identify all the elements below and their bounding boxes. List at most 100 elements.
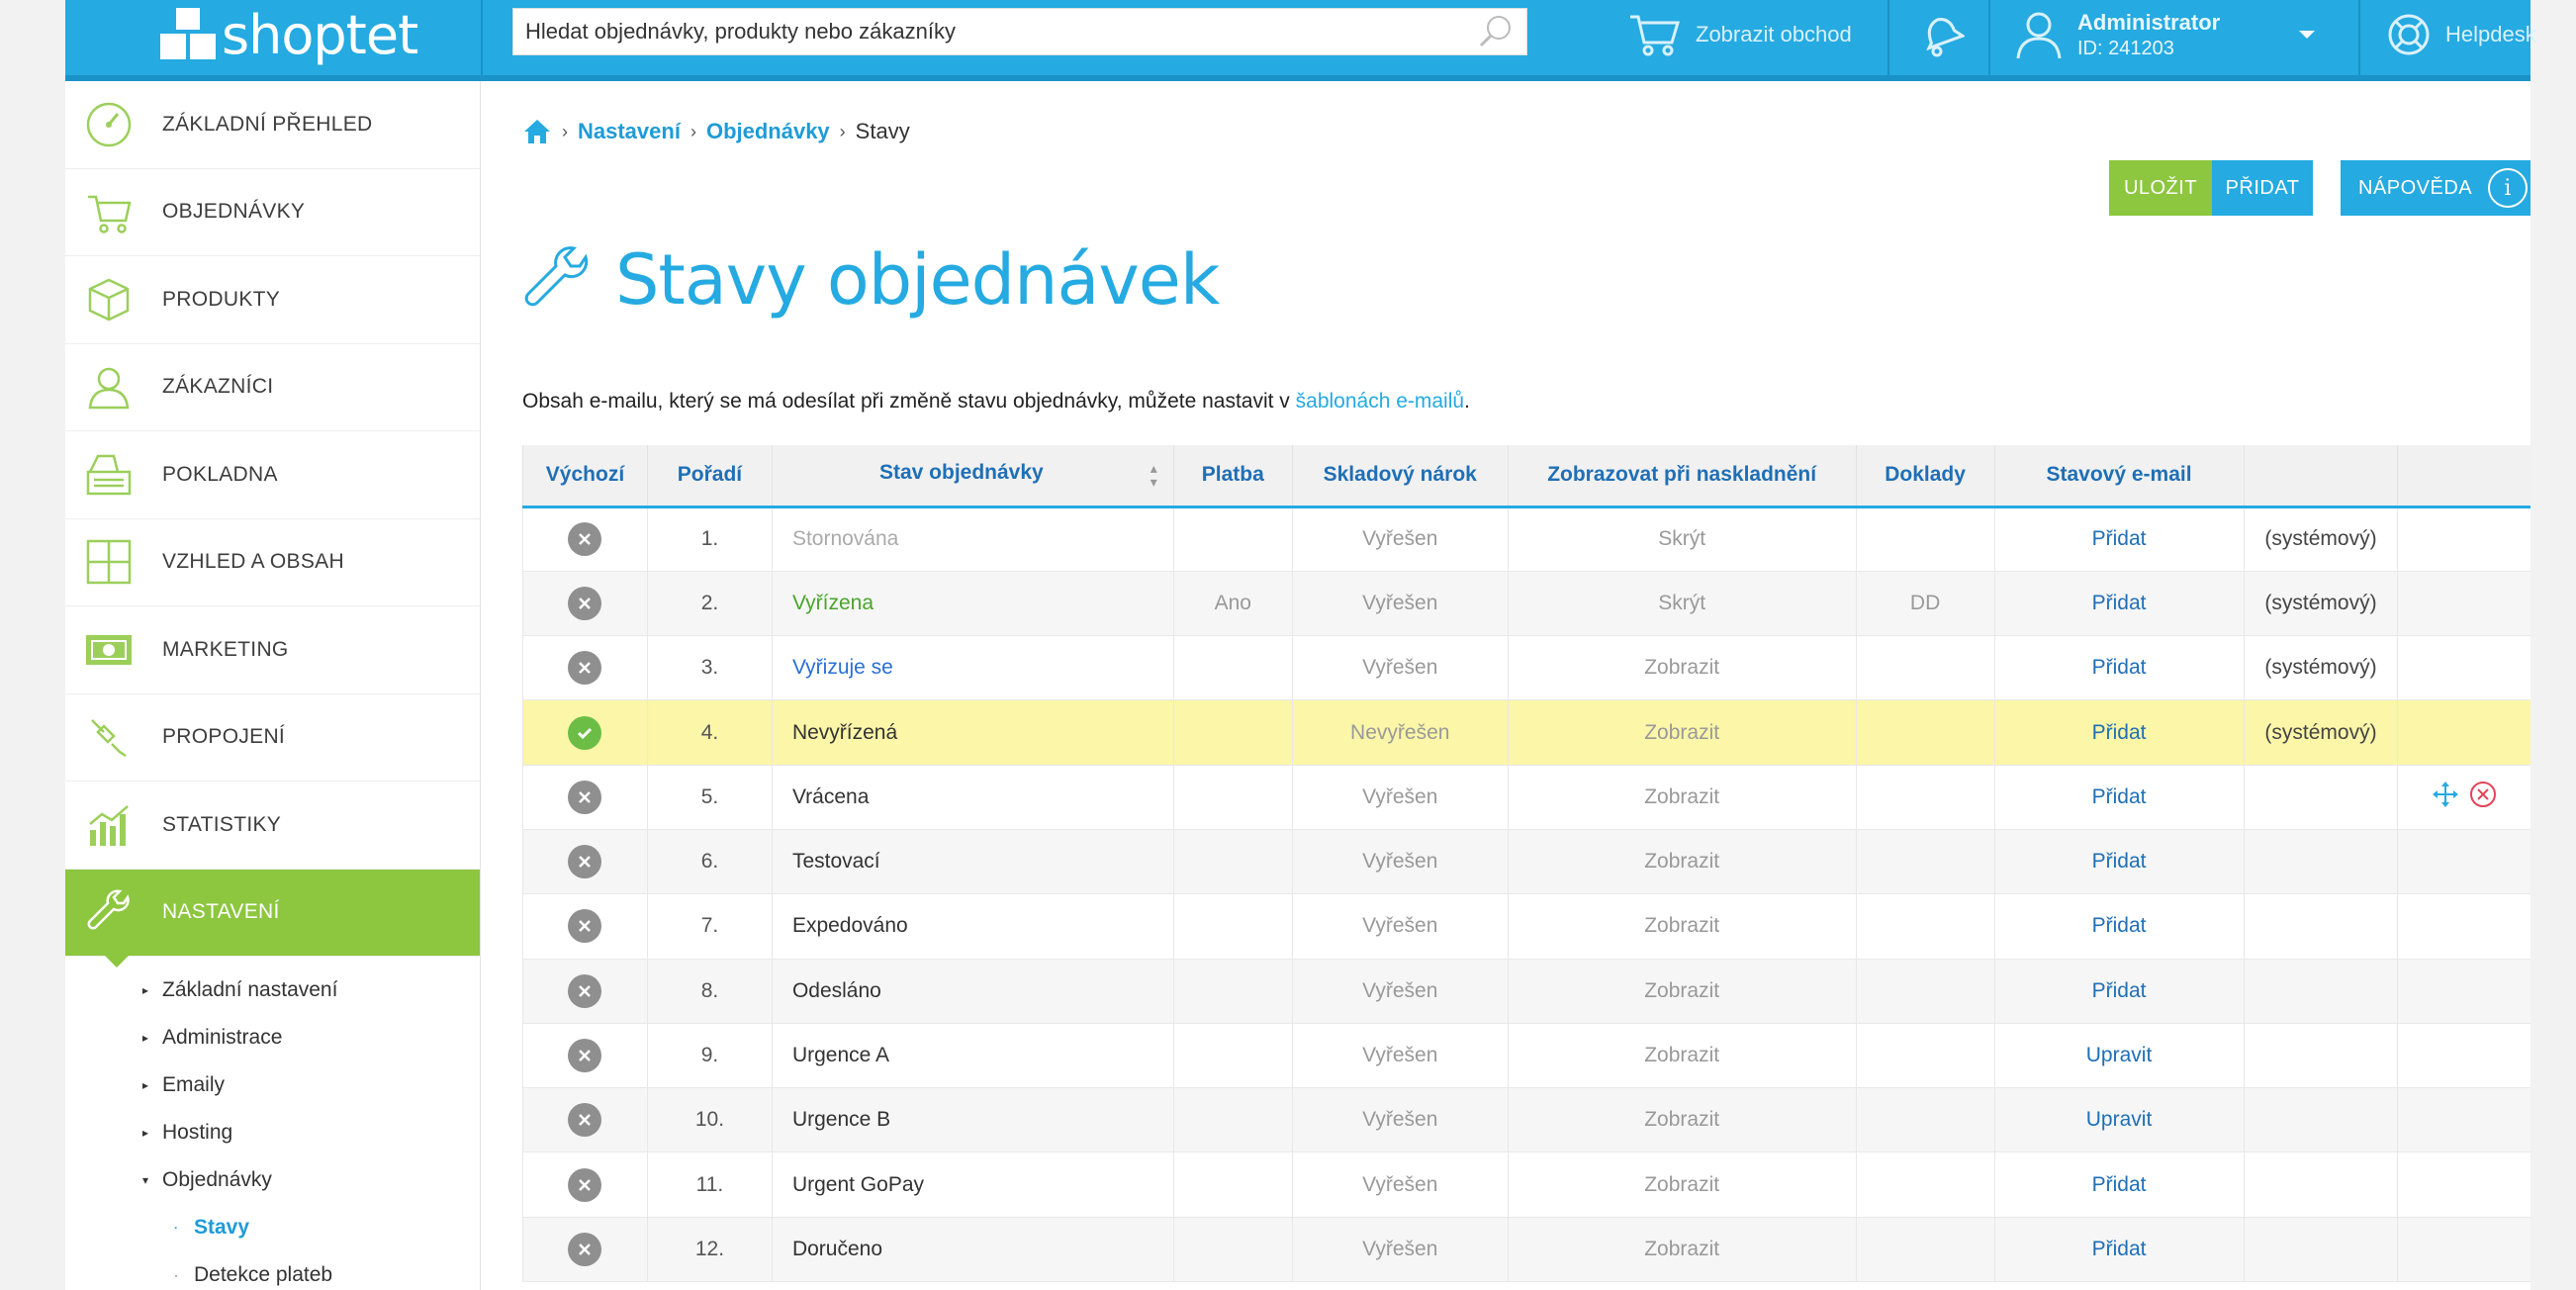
sidebar-item-customers[interactable]: ZÁKAZNÍCI bbox=[65, 344, 480, 431]
close-icon[interactable] bbox=[568, 522, 602, 557]
sidebar-item-settings[interactable]: NASTAVENÍ bbox=[65, 869, 480, 968]
default-cell[interactable] bbox=[522, 1087, 648, 1153]
search-box[interactable] bbox=[512, 8, 1527, 55]
default-cell[interactable] bbox=[522, 635, 648, 701]
sidebar-item-products[interactable]: PRODUKTY bbox=[65, 256, 480, 344]
show-shop-link[interactable]: Zobrazit obchod bbox=[1626, 0, 1852, 69]
status-name-cell[interactable]: Urgence B bbox=[771, 1087, 1174, 1153]
move-icon[interactable] bbox=[2431, 780, 2460, 815]
notifications-button[interactable] bbox=[1915, 0, 1978, 69]
status-name-cell[interactable]: Vrácena bbox=[771, 765, 1174, 830]
help-button[interactable]: NÁPOVĚDA i bbox=[2341, 160, 2530, 216]
default-cell[interactable] bbox=[522, 1152, 648, 1218]
close-icon[interactable] bbox=[568, 1103, 602, 1138]
status-name-cell[interactable]: Vyřízena bbox=[771, 571, 1174, 637]
helpdesk-link[interactable]: Helpdesk bbox=[2386, 0, 2536, 69]
close-icon[interactable] bbox=[568, 1039, 602, 1073]
sort-icon[interactable]: ▴ ▾ bbox=[1150, 461, 1157, 489]
show-on-restock-cell: Zobrazit bbox=[1507, 959, 1857, 1024]
status-email-link[interactable]: Přidat bbox=[1993, 829, 2244, 895]
show-on-restock-cell: Zobrazit bbox=[1507, 829, 1857, 895]
status-email-link[interactable]: Přidat bbox=[1993, 571, 2244, 637]
status-name-cell[interactable]: Urgence A bbox=[771, 1023, 1174, 1089]
delete-icon[interactable] bbox=[2468, 780, 2498, 815]
sidebar-item-design-content[interactable]: VZHLED A OBSAH bbox=[65, 519, 480, 606]
submenu-item-hosting[interactable]: ▸ Hosting bbox=[65, 1109, 480, 1156]
email-templates-link[interactable]: šablonách e-mailů bbox=[1296, 390, 1464, 413]
default-cell[interactable] bbox=[522, 699, 648, 766]
status-name-cell[interactable]: Stornována bbox=[771, 507, 1174, 572]
status-email-link[interactable]: Přidat bbox=[1993, 507, 2244, 572]
submenu-item-basic-settings[interactable]: ▸ Základní nastavení bbox=[65, 967, 480, 1014]
home-icon[interactable] bbox=[522, 117, 552, 146]
admin-account-menu[interactable]: Administrator ID: 241203 bbox=[2014, 0, 2331, 69]
default-cell[interactable] bbox=[522, 959, 648, 1024]
chevron-down-icon[interactable] bbox=[2297, 29, 2317, 41]
status-email-link[interactable]: Přidat bbox=[1993, 1217, 2244, 1283]
status-email-link[interactable]: Přidat bbox=[1993, 765, 2244, 830]
breadcrumb-orders[interactable]: Objednávky bbox=[706, 119, 830, 144]
admin-name: Administrator bbox=[2077, 9, 2221, 35]
status-email-link[interactable]: Přidat bbox=[1993, 893, 2244, 960]
money-icon bbox=[83, 624, 135, 676]
status-email-link[interactable]: Přidat bbox=[1993, 635, 2244, 701]
header-status[interactable]: Stav objednávky ▴ ▾ bbox=[771, 445, 1174, 508]
order-cell: 9. bbox=[646, 1023, 773, 1089]
status-name-cell[interactable]: Nevyřízená bbox=[771, 699, 1174, 766]
status-name-cell[interactable]: Doručeno bbox=[771, 1217, 1174, 1283]
search-icon[interactable] bbox=[1475, 12, 1515, 51]
status-email-link[interactable]: Upravit bbox=[1993, 1023, 2244, 1089]
default-cell[interactable] bbox=[522, 571, 648, 637]
sidebar-item-orders[interactable]: OBJEDNÁVKY bbox=[65, 169, 480, 256]
submenu-item-payment-detection[interactable]: · Detekce plateb bbox=[65, 1251, 480, 1290]
shoptet-logo[interactable]: shoptet bbox=[160, 0, 418, 69]
default-cell[interactable] bbox=[522, 1023, 648, 1089]
status-name-cell[interactable]: Urgent GoPay bbox=[771, 1152, 1174, 1218]
default-cell[interactable] bbox=[522, 893, 648, 960]
status-email-link[interactable]: Přidat bbox=[1993, 959, 2244, 1024]
close-icon[interactable] bbox=[568, 586, 602, 620]
sidebar-item-cash-register[interactable]: POKLADNA bbox=[65, 431, 480, 519]
status-name-cell[interactable]: Odesláno bbox=[771, 959, 1174, 1024]
close-icon[interactable] bbox=[568, 973, 602, 1008]
payment-cell bbox=[1172, 699, 1293, 766]
default-cell[interactable] bbox=[522, 765, 648, 830]
submenu-item-orders[interactable]: ▾ Objednávky bbox=[65, 1156, 480, 1204]
sidebar-item-dashboard[interactable]: ZÁKLADNÍ PŘEHLED bbox=[65, 81, 480, 169]
header-order[interactable]: Pořadí bbox=[646, 445, 773, 508]
bar-chart-icon bbox=[83, 799, 135, 851]
status-email-link[interactable]: Upravit bbox=[1993, 1087, 2244, 1153]
close-icon[interactable] bbox=[568, 651, 602, 686]
status-name-cell[interactable]: Expedováno bbox=[771, 893, 1174, 960]
default-cell[interactable] bbox=[522, 1217, 648, 1283]
sidebar-item-statistics[interactable]: STATISTIKY bbox=[65, 782, 480, 870]
close-icon[interactable] bbox=[568, 1232, 602, 1266]
submenu-label: Stavy bbox=[194, 1216, 250, 1239]
submenu-item-statuses[interactable]: · Stavy bbox=[65, 1204, 480, 1251]
breadcrumb-settings[interactable]: Nastavení bbox=[578, 119, 681, 144]
close-icon[interactable] bbox=[568, 845, 602, 879]
order-cell: 11. bbox=[646, 1152, 773, 1218]
status-name-cell[interactable]: Testovací bbox=[771, 829, 1174, 895]
submenu-item-emails[interactable]: ▸ Emaily bbox=[65, 1061, 480, 1109]
default-cell[interactable] bbox=[522, 829, 648, 895]
check-icon[interactable] bbox=[568, 715, 602, 750]
save-button[interactable]: ULOŽIT bbox=[2109, 160, 2212, 216]
close-icon[interactable] bbox=[568, 909, 602, 944]
status-email-link[interactable]: Přidat bbox=[1993, 699, 2244, 766]
documents-cell bbox=[1855, 829, 1995, 895]
order-cell: 4. bbox=[646, 699, 773, 766]
search-input[interactable] bbox=[525, 19, 1475, 45]
sidebar-item-marketing[interactable]: MARKETING bbox=[65, 606, 480, 694]
add-button[interactable]: PŘIDAT bbox=[2212, 160, 2313, 216]
sidebar: ZÁKLADNÍ PŘEHLED OBJEDNÁVKY PRODUKTY ZÁK… bbox=[65, 81, 481, 1290]
status-email-link[interactable]: Přidat bbox=[1993, 1152, 2244, 1218]
default-cell[interactable] bbox=[522, 507, 648, 572]
close-icon[interactable] bbox=[568, 780, 602, 814]
submenu-item-administration[interactable]: ▸ Administrace bbox=[65, 1014, 480, 1061]
table-row: 7. Expedováno Vyřešen Zobrazit Přidat bbox=[522, 893, 2530, 960]
status-name-cell[interactable]: Vyřizuje se bbox=[771, 635, 1174, 701]
payment-cell bbox=[1172, 893, 1293, 960]
sidebar-item-integrations[interactable]: PROPOJENÍ bbox=[65, 694, 480, 782]
close-icon[interactable] bbox=[568, 1167, 602, 1202]
